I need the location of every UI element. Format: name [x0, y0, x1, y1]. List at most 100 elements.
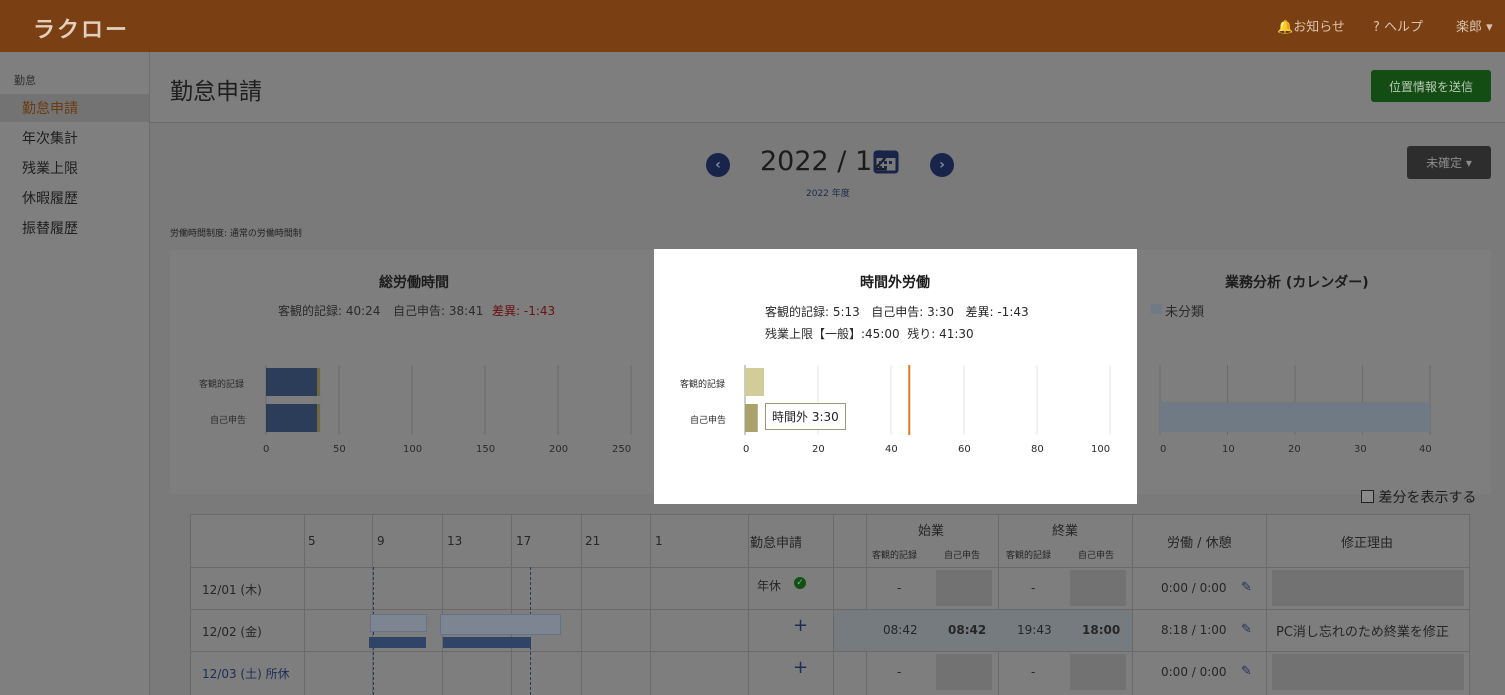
work-break: 0:00 / 0:00: [1161, 665, 1227, 679]
table-border: [833, 514, 834, 695]
caret-down-icon: ▾: [1465, 155, 1472, 170]
overtime-xtick: 40: [885, 444, 898, 455]
send-location-button[interactable]: 位置情報を送信: [1371, 70, 1491, 102]
show-diff-label: 差分を表示する: [1378, 490, 1477, 506]
sidebar-item-annual[interactable]: 年次集計: [22, 128, 78, 148]
add-request-button[interactable]: +: [793, 657, 808, 678]
reason-text[interactable]: PC消し忘れのため終業を修正: [1276, 621, 1449, 640]
end-obj: -: [1031, 665, 1036, 679]
chevron-left-icon: ‹: [715, 157, 721, 173]
work-break: 8:18 / 1:00: [1161, 623, 1227, 637]
help-label: ヘルプ: [1384, 20, 1424, 35]
check-circle-icon: ✓: [794, 577, 806, 589]
col-start: 始業: [918, 524, 945, 539]
overtime-line1: 客観的記録: 5:13 自己申告: 3:30 差異: -1:43: [765, 305, 1029, 319]
end-self-input[interactable]: [1070, 570, 1126, 606]
start-obj: -: [897, 665, 902, 679]
col-request: 勤怠申請: [750, 536, 803, 551]
table-border: [581, 514, 582, 695]
help-link[interactable]: ? ヘルプ: [1373, 16, 1423, 35]
table-border: [650, 514, 651, 695]
bar-regular: [266, 404, 318, 432]
analysis-xtick: 30: [1354, 444, 1367, 455]
chart-tooltip: 時間外 3:30: [765, 403, 846, 430]
timeline-bar: [443, 637, 531, 648]
total-chart: [265, 365, 632, 435]
add-request-button[interactable]: +: [793, 615, 808, 636]
table-border: [866, 514, 867, 695]
timeline-bar: [370, 614, 427, 632]
start-self-input[interactable]: [936, 570, 992, 606]
analysis-xtick: 20: [1288, 444, 1301, 455]
fiscal-year-label: 2022 年度: [806, 189, 850, 199]
sidebar-section-label: 勤怠: [14, 74, 36, 87]
prev-month-button[interactable]: ‹: [706, 153, 730, 177]
hour-header: 1: [655, 534, 663, 548]
table-border: [190, 514, 191, 695]
notice-link[interactable]: 🔔お知らせ: [1277, 16, 1345, 35]
start-self[interactable]: 08:42: [948, 623, 986, 637]
sidebar-item-attendance[interactable]: 勤怠申請: [22, 98, 78, 118]
reason-input[interactable]: [1272, 654, 1464, 690]
overtime-xtick: 80: [1031, 444, 1044, 455]
start-self-input[interactable]: [936, 654, 992, 690]
timeline-bar: [369, 637, 426, 648]
sidebar-item-leave-history[interactable]: 休暇履歴: [22, 188, 78, 208]
question-icon: ?: [1373, 20, 1380, 35]
caret-down-icon: ▾: [1486, 20, 1493, 35]
total-xtick: 50: [333, 444, 346, 455]
table-border: [1132, 514, 1133, 695]
end-self[interactable]: 18:00: [1082, 623, 1120, 637]
bar-unclassified: [1160, 402, 1430, 432]
overtime-xtick: 100: [1091, 444, 1111, 455]
total-xtick: 0: [263, 444, 270, 455]
total-diff: 差異: -1:43: [492, 304, 556, 318]
table-border: [190, 567, 1470, 568]
next-month-button[interactable]: ›: [930, 153, 954, 177]
end-obj: 19:43: [1017, 623, 1052, 637]
pencil-icon[interactable]: ✎: [1241, 580, 1252, 595]
table-border: [1469, 514, 1470, 695]
analysis-legend: 未分類: [1165, 305, 1205, 320]
col-end: 終業: [1052, 524, 1079, 539]
sidebar-item-overtime-limit[interactable]: 残業上限: [22, 158, 78, 178]
start-obj: -: [897, 581, 902, 595]
sub-obj: 客観的記録: [1006, 551, 1052, 561]
total-panel-title: 総労働時間: [379, 275, 449, 291]
analysis-xtick: 40: [1419, 444, 1432, 455]
table-border: [442, 514, 443, 695]
end-self-input[interactable]: [1070, 654, 1126, 690]
status-dropdown[interactable]: 未確定 ▾: [1407, 146, 1491, 179]
end-obj: -: [1031, 581, 1036, 595]
total-ylabel-self: 自己申告: [210, 416, 247, 426]
pencil-icon[interactable]: ✎: [1241, 622, 1252, 637]
hour-header: 9: [377, 534, 385, 548]
total-objective: 客観的記録: 40:24: [278, 304, 381, 318]
total-ylabel-objective: 客観的記録: [199, 380, 245, 390]
request-status: 年休: [757, 579, 782, 593]
table-border: [304, 514, 305, 695]
table-border: [190, 609, 1470, 610]
row-date: 12/01 (木): [202, 583, 262, 597]
calendar-icon[interactable]: [873, 148, 899, 174]
overtime-ylabel-self: 自己申告: [690, 416, 727, 426]
overtime-title: 時間外労働: [860, 275, 930, 291]
app-logo[interactable]: ラクロー: [33, 12, 129, 44]
hour-header: 17: [516, 534, 532, 548]
table-border: [998, 514, 999, 695]
table-border: [748, 514, 749, 695]
checkbox-icon[interactable]: [1361, 490, 1374, 503]
pencil-icon[interactable]: ✎: [1241, 664, 1252, 679]
reason-input[interactable]: [1272, 570, 1464, 606]
sub-self: 自己申告: [944, 551, 981, 561]
notice-label: お知らせ: [1293, 20, 1345, 35]
sub-self: 自己申告: [1078, 551, 1115, 561]
overtime-xtick: 0: [743, 444, 750, 455]
sidebar-item-substitute-history[interactable]: 振替履歴: [22, 218, 78, 238]
page-title: 勤怠申請: [170, 79, 262, 105]
total-xtick: 150: [476, 444, 496, 455]
user-menu[interactable]: 楽郎 ▾: [1456, 16, 1493, 35]
show-diff-toggle[interactable]: 差分を表示する: [1361, 487, 1476, 507]
table-border: [190, 514, 1470, 515]
total-xtick: 250: [612, 444, 632, 455]
